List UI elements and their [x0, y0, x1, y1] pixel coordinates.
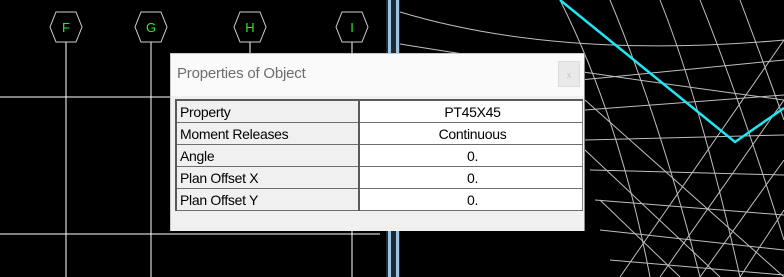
properties-table: Property PT45X45 Moment Releases Continu… — [175, 99, 583, 211]
dialog-titlebar[interactable]: Properties of Object x — [171, 54, 584, 96]
grid-bubble-f[interactable]: F — [49, 11, 83, 43]
grid-bubble-i[interactable]: I — [335, 11, 369, 43]
grid-bubble-label: G — [146, 20, 156, 35]
grid-bubble-h[interactable]: H — [233, 11, 267, 43]
property-value-cell[interactable]: Continuous — [359, 122, 583, 145]
dialog-title: Properties of Object — [177, 65, 306, 82]
table-row: Moment Releases Continuous — [175, 122, 583, 145]
table-row: Angle 0. — [175, 144, 583, 167]
property-name-cell: Moment Releases — [175, 122, 360, 145]
table-row: Property PT45X45 — [175, 99, 583, 123]
property-value-cell[interactable]: PT45X45 — [359, 99, 583, 123]
table-row: Plan Offset X 0. — [175, 166, 583, 189]
property-value-cell[interactable]: 0. — [359, 188, 583, 211]
properties-dialog[interactable]: Properties of Object x Property PT45X45 … — [170, 53, 585, 231]
table-row: Plan Offset Y 0. — [175, 188, 583, 211]
property-name-cell: Plan Offset Y — [175, 188, 360, 211]
property-value-cell[interactable]: 0. — [359, 166, 583, 189]
grid-bubble-label: I — [350, 20, 354, 35]
property-name-cell: Plan Offset X — [175, 166, 360, 189]
close-button[interactable]: x — [558, 61, 580, 87]
property-name-cell: Angle — [175, 144, 360, 167]
property-value-cell[interactable]: 0. — [359, 144, 583, 167]
grid-bubble-label: H — [245, 20, 254, 35]
grid-bubble-label: F — [62, 20, 70, 35]
grid-bubble-g[interactable]: G — [134, 11, 168, 43]
property-name-cell: Property — [175, 99, 360, 123]
